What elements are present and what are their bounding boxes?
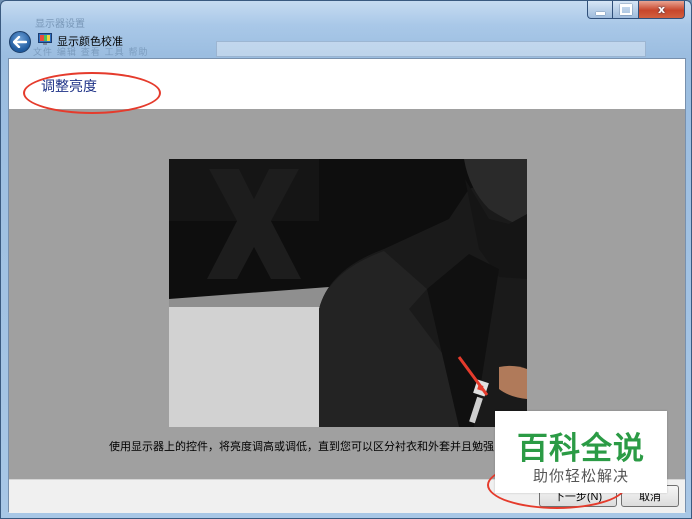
watermark-badge: 百科全说 助你轻松解决	[495, 411, 667, 493]
maximize-icon	[619, 4, 632, 15]
back-button[interactable]	[9, 31, 31, 53]
background-window-address-bar	[216, 41, 646, 57]
calibration-sample-photo	[169, 159, 527, 427]
close-button[interactable]: x	[639, 1, 685, 19]
close-icon: x	[657, 3, 666, 16]
back-arrow-icon	[13, 36, 27, 48]
heading-highlight-circle	[23, 72, 161, 114]
caption-buttons: x	[587, 1, 685, 19]
watermark-title: 百科全说	[517, 431, 645, 467]
minimize-button[interactable]	[587, 1, 613, 19]
background-window-title: 显示器设置	[35, 19, 85, 30]
maximize-button[interactable]	[613, 1, 639, 19]
suit-sample-image	[169, 159, 527, 427]
display-color-calibration-icon	[38, 33, 52, 45]
minimize-icon	[595, 11, 605, 15]
calibration-window: 显示器设置 文件 编辑 查看 工具 帮助 x 显示颜色校准 调整亮度 使用显示器…	[0, 0, 692, 519]
window-title: 显示颜色校准	[57, 35, 123, 48]
watermark-subtitle: 助你轻松解决	[532, 467, 629, 485]
instruction-text: 使用显示器上的控件，将亮度调高或调低，直到您可以区分衬衣和外套并且勉强	[109, 440, 494, 453]
